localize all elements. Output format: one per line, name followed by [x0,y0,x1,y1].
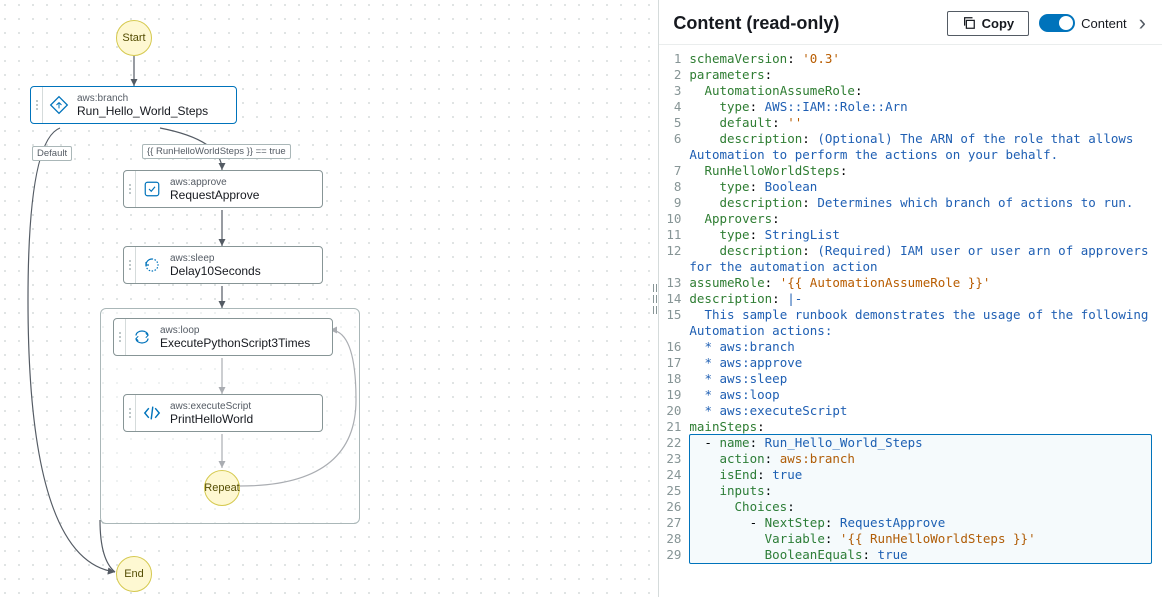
code-line: 18 * aws:sleep [659,371,1162,387]
code-line: 7 RunHelloWorldSteps: [659,163,1162,179]
pane-splitter[interactable] [652,0,658,597]
toggle-track [1039,14,1075,32]
code-line: for the automation action [659,259,1162,275]
step-name-label: Delay10Seconds [170,264,261,278]
code-line: 14description: |- [659,291,1162,307]
step-name-label: RequestApprove [170,188,259,202]
code-line: 25 inputs: [659,483,1162,499]
code-line: 9 description: Determines which branch o… [659,195,1162,211]
code-line: 22 - name: Run_Hello_World_Steps [659,435,1162,451]
panel-title: Content (read-only) [673,13,936,34]
start-node[interactable]: Start [116,20,152,56]
step-branch[interactable]: aws:branch Run_Hello_World_Steps [30,86,237,124]
step-action-label: aws:loop [160,325,310,336]
code-line: 12 description: (Required) IAM user or u… [659,243,1162,259]
edge-label-default: Default [32,146,72,161]
code-line: 23 action: aws:branch [659,451,1162,467]
code-line: 11 type: StringList [659,227,1162,243]
code-line: 5 default: '' [659,115,1162,131]
step-action-label: aws:sleep [170,253,261,264]
code-line: 3 AutomationAssumeRole: [659,83,1162,99]
code-line: 19 * aws:loop [659,387,1162,403]
content-toggle[interactable]: Content [1039,14,1127,32]
code-line: 16 * aws:branch [659,339,1162,355]
code-line: 10 Approvers: [659,211,1162,227]
code-line: 24 isEnd: true [659,467,1162,483]
diagram-canvas[interactable]: Start aws:branch Run_Hello_World_Steps D… [0,0,652,597]
code-line: 26 Choices: [659,499,1162,515]
code-line: 4 type: AWS::IAM::Role::Arn [659,99,1162,115]
edge-label-condition: {{ RunHelloWorldSteps }} == true [142,144,291,159]
copy-icon [962,16,976,30]
code-line: 20 * aws:executeScript [659,403,1162,419]
code-line: 13assumeRole: '{{ AutomationAssumeRole }… [659,275,1162,291]
step-name-label: PrintHelloWorld [170,412,253,426]
step-action-label: aws:approve [170,177,259,188]
code-line: 1schemaVersion: '0.3' [659,51,1162,67]
repeat-node[interactable]: Repeat [204,470,240,506]
code-viewer[interactable]: 1schemaVersion: '0.3'2parameters:3 Autom… [659,45,1162,597]
toggle-label: Content [1081,16,1127,31]
end-node[interactable]: End [116,556,152,592]
splitter-handle-icon [653,284,657,314]
step-approve[interactable]: aws:approve RequestApprove [123,170,323,208]
code-line: 15 This sample runbook demonstrates the … [659,307,1162,323]
step-name-label: ExecutePythonScript3Times [160,336,310,350]
step-sleep[interactable]: aws:sleep Delay10Seconds [123,246,323,284]
approve-icon [136,171,168,207]
code-line: Automation to perform the actions on you… [659,147,1162,163]
copy-button[interactable]: Copy [947,11,1030,36]
content-header: Content (read-only) Copy Content › [659,0,1162,45]
code-line: 2parameters: [659,67,1162,83]
loop-icon [126,319,158,355]
step-script[interactable]: aws:executeScript PrintHelloWorld [123,394,323,432]
code-line: 6 description: (Optional) The ARN of the… [659,131,1162,147]
collapse-panel-icon[interactable]: › [1137,10,1148,36]
code-line: 28 Variable: '{{ RunHelloWorldSteps }}' [659,531,1162,547]
step-name-label: Run_Hello_World_Steps [77,104,208,118]
code-line: 21mainSteps: [659,419,1162,435]
code-line: 8 type: Boolean [659,179,1162,195]
step-action-label: aws:branch [77,93,208,104]
step-action-label: aws:executeScript [170,401,253,412]
code-line: Automation actions: [659,323,1162,339]
sleep-icon [136,247,168,283]
code-line: 27 - NextStep: RequestApprove [659,515,1162,531]
code-icon [136,395,168,431]
step-loop[interactable]: aws:loop ExecutePythonScript3Times [113,318,333,356]
branch-icon [43,87,75,123]
code-line: 29 BooleanEquals: true [659,547,1162,563]
code-line: 17 * aws:approve [659,355,1162,371]
